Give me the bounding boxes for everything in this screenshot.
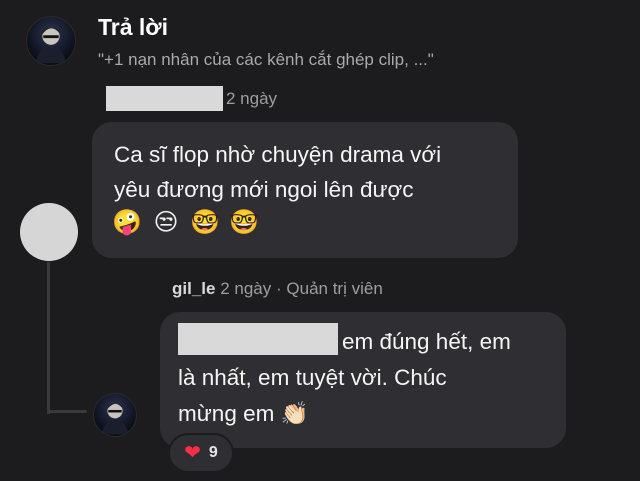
admin-role-label: Quản trị viên (286, 279, 383, 298)
reply-timestamp: 2 ngày (220, 279, 272, 298)
clapping-hands-emoji: 👏🏻 (280, 401, 309, 426)
redacted-username (106, 86, 223, 111)
comment-text-line: Ca sĩ flop nhờ chuyện drama với (114, 142, 442, 167)
comment-text-line: yêu đương mới ngoi lên được (114, 177, 414, 202)
comment-timestamp: 2 ngày (226, 89, 278, 108)
reply-text-line: mừng em 👏🏻 (178, 396, 558, 432)
reply-text-part: em đúng hết, em (342, 329, 511, 354)
reply-text-part: mừng em (178, 401, 275, 426)
comment-avatar[interactable] (20, 203, 78, 261)
reply-meta: gil_le 2 ngày · Quản trị viên (172, 279, 383, 299)
nerd-face-emoji: 🤓 (190, 209, 220, 236)
reply-avatar[interactable] (93, 393, 137, 437)
page-title: Trả lời (98, 14, 169, 40)
header-avatar[interactable] (26, 16, 76, 66)
reaction-pill[interactable]: ❤ 9 (168, 433, 234, 473)
reply-username[interactable]: gil_le (172, 279, 215, 298)
thread-line (47, 262, 50, 414)
unamused-face-emoji: 😒 (153, 209, 179, 236)
redacted-mention (178, 323, 338, 355)
zany-face-emoji: 🤪 (112, 209, 142, 236)
replied-comment-preview: "+1 nạn nhân của các kênh cắt ghép clip,… (98, 50, 434, 69)
comment-emoji-row: 🤪 😒 🤓 🤓 (112, 208, 259, 238)
comment-text: Ca sĩ flop nhờ chuyện drama với yêu đươn… (114, 137, 441, 207)
reply-text: em đúng hết, em là nhất, em tuyệt vời. C… (178, 323, 558, 432)
meta-separator: · (275, 279, 282, 298)
person-silhouette-icon (35, 27, 67, 64)
thread-branch (47, 410, 87, 413)
reply-text-line: là nhất, em tuyệt vời. Chúc (178, 365, 447, 390)
reaction-count: 9 (208, 444, 218, 461)
reply-text-line: em đúng hết, em (178, 323, 558, 360)
person-silhouette-icon (101, 403, 129, 435)
nerd-face-emoji: 🤓 (229, 209, 259, 236)
heart-icon: ❤ (184, 442, 201, 464)
